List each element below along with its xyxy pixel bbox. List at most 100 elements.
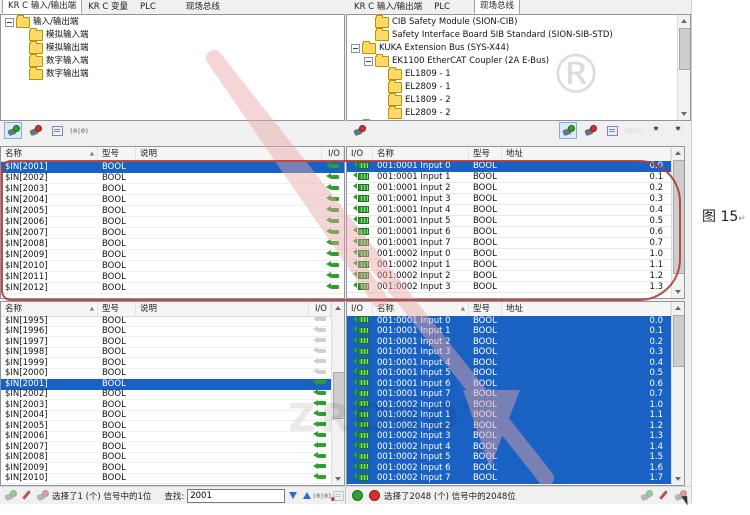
find-input[interactable] — [187, 489, 285, 503]
tree-item[interactable]: EK1100 EtherCAT Coupler (2A E-Bus) — [347, 54, 690, 67]
tree-item[interactable]: EL2809 - 2 — [347, 106, 690, 119]
collapse-toggle-icon[interactable] — [364, 57, 373, 66]
find-prev-button[interactable] — [302, 489, 312, 503]
table-row[interactable]: 001:0001 Input 0 BOOL 0.0 — [347, 161, 671, 172]
table-row[interactable]: $IN[2000] BOOL — [1, 369, 331, 380]
scroll-thumb[interactable] — [673, 160, 685, 274]
table-row[interactable]: 001:0001 Input 0 BOOL 0.0 — [347, 316, 671, 327]
table-row[interactable]: $IN[2004] BOOL — [1, 411, 331, 422]
table-row[interactable]: $IN[2002] BOOL — [1, 390, 331, 401]
table-row[interactable]: $IN[2002] BOOL — [1, 173, 344, 184]
scroll-down-button[interactable] — [332, 473, 344, 485]
disconnect-signal-icon[interactable] — [36, 489, 49, 503]
table-row[interactable]: 001:0001 Input 7 BOOL 0.7 — [347, 390, 671, 401]
table-row[interactable]: $IN[2009] BOOL — [1, 463, 331, 474]
table-scrollbar[interactable] — [671, 302, 684, 485]
collapse-all-icon[interactable]: * — [669, 122, 687, 139]
table-row[interactable]: $IN[2009] BOOL — [1, 250, 344, 261]
red-state-button[interactable] — [367, 489, 381, 503]
disconnect-bus-icon[interactable] — [350, 122, 368, 139]
connect-signal-icon[interactable] — [639, 489, 653, 503]
table-row[interactable]: 001:0002 Input 2 BOOL 1.2 — [347, 271, 671, 282]
mapping-card-icon[interactable] — [48, 122, 66, 139]
table-row[interactable]: 001:0002 Input 6 BOOL 1.6 — [347, 463, 671, 474]
edit-connection-icon[interactable] — [20, 489, 33, 503]
disconnect-icon[interactable] — [26, 122, 44, 139]
table-row[interactable]: $IN[2001] BOOL — [1, 379, 331, 390]
table-scrollbar[interactable] — [671, 147, 684, 298]
fieldbus-tree-scrollbar[interactable] — [677, 15, 690, 120]
table-row[interactable]: 001:0002 Input 1 BOOL 1.1 — [347, 411, 671, 422]
tab[interactable]: 现场总线 — [180, 0, 226, 14]
tree-item[interactable]: Safety Interface Board SIB Standard (SIO… — [347, 28, 690, 41]
table-row[interactable]: $IN[2008] BOOL — [1, 239, 344, 250]
table-row[interactable]: 001:0001 Input 6 BOOL 0.6 — [347, 227, 671, 238]
scroll-up-button[interactable] — [672, 147, 684, 159]
scroll-thumb[interactable] — [673, 315, 685, 367]
edit-connection-icon[interactable] — [656, 489, 670, 503]
table-row[interactable]: $IN[1995] BOOL — [1, 316, 331, 327]
expand-all-icon[interactable]: * — [647, 122, 665, 139]
tab[interactable]: KR C 输入/输出端 — [348, 0, 428, 14]
table-row[interactable]: $IN[2011] BOOL — [1, 272, 344, 283]
table-row[interactable]: 001:0002 Input 5 BOOL 1.5 — [347, 453, 671, 464]
tree-item[interactable]: EL1809 - 2 — [347, 93, 690, 106]
tree-item[interactable]: 模拟输出端 — [1, 41, 344, 54]
connect-signal-icon[interactable] — [4, 489, 17, 503]
green-state-button[interactable] — [350, 489, 364, 503]
mapping-card-icon[interactable] — [603, 122, 621, 139]
zero-zero-icon[interactable]: (0|0) — [70, 122, 88, 139]
table-row[interactable]: $IN[2005] BOOL — [1, 206, 344, 217]
tab[interactable]: KR C 变量 — [82, 0, 134, 14]
table-row[interactable]: $IN[1996] BOOL — [1, 327, 331, 338]
table-row[interactable]: 001:0002 Input 4 BOOL 1.4 — [347, 442, 671, 453]
table-row[interactable]: 001:0001 Input 3 BOOL 0.3 — [347, 194, 671, 205]
table-row[interactable]: $IN[2010] BOOL — [1, 474, 331, 485]
connect-icon[interactable] — [559, 122, 577, 139]
table-row[interactable]: 001:0002 Input 2 BOOL 1.2 — [347, 421, 671, 432]
table-scrollbar[interactable] — [331, 302, 344, 485]
table-row[interactable]: $IN[1999] BOOL — [1, 358, 331, 369]
table-row[interactable]: 001:0001 Input 1 BOOL 0.1 — [347, 172, 671, 183]
scroll-up-button[interactable] — [672, 302, 684, 314]
table-row[interactable]: $IN[2008] BOOL — [1, 453, 331, 464]
find-next-button[interactable] — [288, 489, 298, 503]
table-row[interactable]: $IN[2006] BOOL — [1, 432, 331, 443]
table-row[interactable]: $IN[2012] BOOL — [1, 283, 344, 294]
table-row[interactable]: $IN[2004] BOOL — [1, 195, 344, 206]
table-row[interactable]: $IN[2010] BOOL — [1, 261, 344, 272]
disconnect-icon[interactable] — [581, 122, 599, 139]
table-row[interactable]: 001:0001 Input 2 BOOL 0.2 — [347, 337, 671, 348]
tree-item[interactable]: EL2809 - 1 — [347, 80, 690, 93]
scroll-thumb[interactable] — [679, 28, 691, 70]
scroll-thumb[interactable] — [333, 372, 345, 419]
zero-zero-icon[interactable]: (0|0) — [625, 122, 643, 139]
scroll-up-button[interactable] — [678, 15, 690, 27]
table-row[interactable]: 001:0001 Input 1 BOOL 0.1 — [347, 327, 671, 338]
table-row[interactable]: 001:0001 Input 3 BOOL 0.3 — [347, 348, 671, 359]
table-row[interactable]: 001:0002 Input 0 BOOL 1.0 — [347, 400, 671, 411]
scroll-down-button[interactable] — [678, 108, 690, 120]
table-row[interactable]: $IN[2003] BOOL — [1, 184, 344, 195]
table-row[interactable]: 001:0001 Input 2 BOOL 0.2 — [347, 183, 671, 194]
scroll-down-button[interactable] — [672, 473, 684, 485]
scroll-up-button[interactable] — [332, 302, 344, 314]
table-row[interactable]: 001:0001 Input 4 BOOL 0.4 — [347, 358, 671, 369]
tab[interactable]: 现场总线 — [474, 0, 520, 14]
table-row[interactable]: 001:0001 Input 6 BOOL 0.6 — [347, 379, 671, 390]
tree-item-io-root[interactable]: 输入/输出端 — [1, 15, 344, 28]
table-row[interactable]: $IN[2007] BOOL — [1, 228, 344, 239]
tree-item[interactable]: 模拟输入端 — [1, 28, 344, 41]
tree-item[interactable]: KUKA Extension Bus (SYS-X44) — [347, 41, 690, 54]
tree-item[interactable]: CIB Safety Module (SION-CIB) — [347, 15, 690, 28]
table-row[interactable]: 001:0002 Input 7 BOOL 1.7 — [347, 474, 671, 485]
tab[interactable]: PLC — [428, 0, 456, 14]
table-row[interactable]: 001:0002 Input 1 BOOL 1.1 — [347, 260, 671, 271]
collapse-toggle-icon[interactable] — [351, 44, 360, 53]
collapse-toggle-icon[interactable] — [5, 18, 14, 27]
table-row[interactable]: 001:0002 Input 3 BOOL 1.3 — [347, 432, 671, 443]
table-row[interactable]: $IN[2005] BOOL — [1, 421, 331, 432]
table-row[interactable]: $IN[1998] BOOL — [1, 348, 331, 359]
table-row[interactable]: 001:0002 Input 0 BOOL 1.0 — [347, 249, 671, 260]
tab[interactable]: PLC — [134, 0, 162, 14]
